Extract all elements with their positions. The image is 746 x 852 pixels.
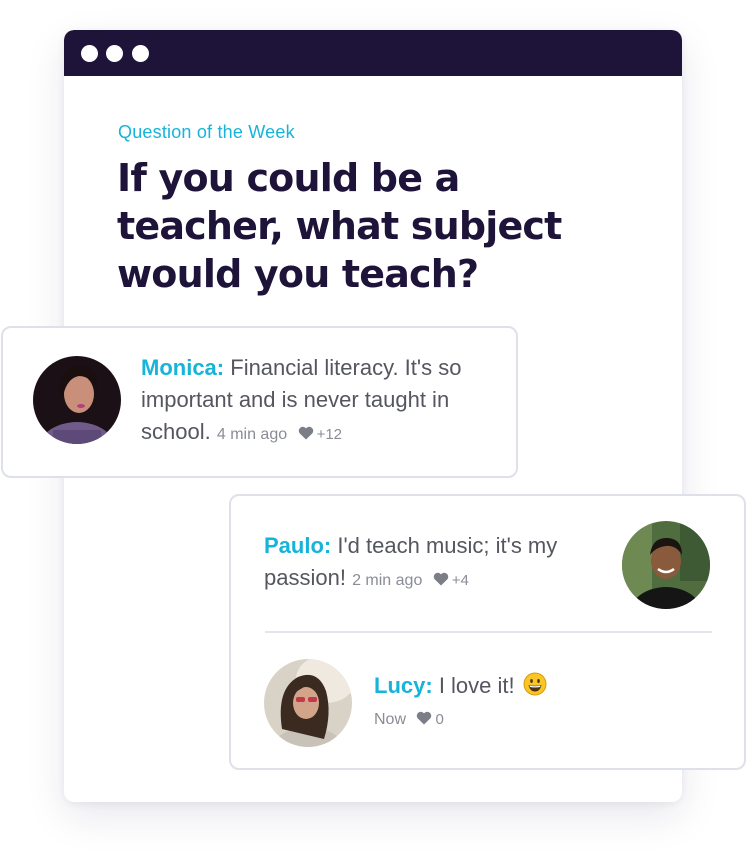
- comment-text: I love it!: [438, 673, 515, 698]
- comment-thread-card: Paulo: I'd teach music; it's my passion!…: [229, 494, 746, 770]
- window-dot-icon: [132, 45, 149, 62]
- eyebrow-label: Question of the Week: [118, 122, 295, 142]
- like-count: +4: [451, 572, 469, 589]
- comment-author: Lucy:: [374, 673, 433, 698]
- comment-body: Lucy: I love it! Now 0: [374, 670, 694, 736]
- comment-author: Monica:: [141, 355, 225, 380]
- monica-avatar: [33, 356, 121, 444]
- comment-body: Monica: Financial literacy. It's so impo…: [141, 352, 491, 451]
- window-titlebar: [64, 30, 682, 76]
- paulo-avatar: [622, 521, 710, 609]
- comment-card-monica: Monica: Financial literacy. It's so impo…: [1, 326, 518, 478]
- comment-time: 4 min ago: [216, 426, 288, 443]
- thread-divider: [265, 631, 712, 633]
- window-dot-icon: [81, 45, 98, 62]
- heart-icon[interactable]: [298, 426, 314, 440]
- comment-meta: 2 min ago +4: [352, 572, 469, 589]
- comment-time: 2 min ago: [352, 572, 423, 589]
- heart-icon[interactable]: [416, 711, 432, 725]
- like-count: 0: [435, 711, 444, 728]
- lucy-avatar: [264, 659, 352, 747]
- comment-body: Paulo: I'd teach music; it's my passion!…: [264, 530, 614, 597]
- comment-meta: 4 min ago +12: [217, 426, 342, 443]
- grinning-face-emoji-icon: [523, 672, 547, 696]
- comment-author: Paulo:: [264, 533, 332, 558]
- comment-time: Now: [374, 711, 407, 728]
- question-headline: If you could be a teacher, what subject …: [117, 156, 562, 296]
- window-dot-icon: [106, 45, 123, 62]
- comment-meta: Now 0: [374, 704, 694, 736]
- like-count: +12: [316, 426, 343, 443]
- heart-icon[interactable]: [433, 572, 449, 586]
